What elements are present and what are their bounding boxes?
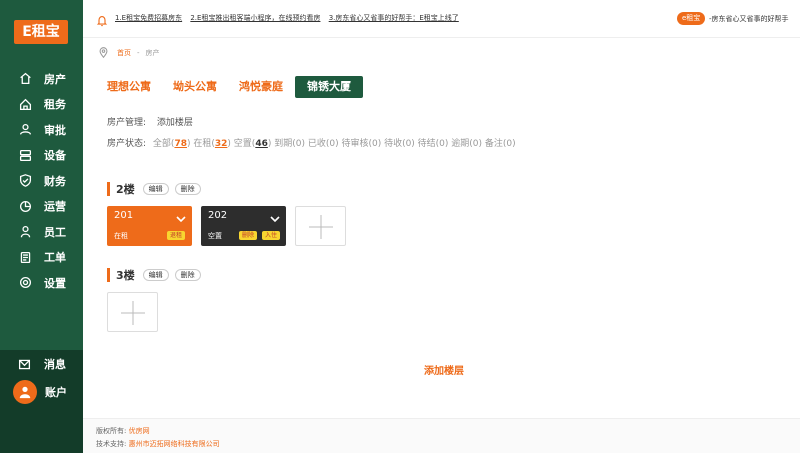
sidebar-item-label: 设备 bbox=[44, 149, 66, 163]
logo[interactable]: E租宝 bbox=[14, 20, 68, 44]
property-mgmt-label: 房产管理: bbox=[107, 118, 147, 128]
property-status-label: 房产状态: bbox=[107, 139, 147, 149]
sidebar-item-label: 财务 bbox=[44, 174, 66, 188]
sidebar-item-property[interactable]: 房产 bbox=[0, 66, 83, 92]
delete-floor-button[interactable]: 删除 bbox=[174, 183, 201, 195]
property-status-line: 房产状态: 全部(78) 在租(32) 空置(46) 到期(0) 已收(0) 待… bbox=[107, 136, 516, 149]
property-tabs: 理想公寓 坳头公寓 鸿悦豪庭 锦锈大厦 bbox=[107, 76, 363, 98]
breadcrumb-current: 房产 bbox=[145, 48, 160, 57]
sidebar-item-label: 员工 bbox=[44, 225, 66, 239]
account-label: 账户 bbox=[45, 386, 67, 399]
notice-list: 1.E租宝免费招募房东 2.E租宝推出租客端小程序，在线预约看房 3.房东省心又… bbox=[115, 13, 465, 23]
copyright-link[interactable]: 优房网 bbox=[129, 427, 150, 435]
breadcrumb-separator: - bbox=[137, 48, 140, 57]
house-outline-icon bbox=[18, 97, 32, 111]
chevron-down-icon[interactable] bbox=[270, 209, 280, 223]
room-status: 在租 bbox=[114, 232, 128, 240]
status-others[interactable]: 到期(0) 已收(0) 待审核(0) 待收(0) 待结(0) 逾期(0) 备注(… bbox=[274, 139, 515, 149]
room-number: 201 bbox=[114, 210, 134, 221]
sidebar-item-workorder[interactable]: 工单 bbox=[0, 245, 83, 271]
floor-title: 2楼 bbox=[116, 183, 135, 196]
brand-badge: e租宝 bbox=[677, 12, 706, 25]
sidebar-item-label: 设置 bbox=[44, 276, 66, 290]
delete-floor-button[interactable]: 删除 bbox=[174, 269, 201, 281]
add-room-button[interactable] bbox=[295, 206, 346, 246]
shield-check-icon bbox=[18, 174, 32, 188]
status-all[interactable]: 全部(78) bbox=[153, 139, 191, 149]
device-icon bbox=[18, 148, 32, 162]
footer: 版权所有: 优房网 技术支持: 惠州市迈拓网络科技有限公司 bbox=[83, 418, 800, 453]
delete-room-tag[interactable]: 删除 bbox=[239, 231, 258, 240]
user-avatar-icon bbox=[19, 386, 31, 399]
support-link[interactable]: 惠州市迈拓网络科技有限公司 bbox=[129, 440, 220, 448]
sidebar-item-finance[interactable]: 财务 bbox=[0, 168, 83, 194]
location-pin-icon bbox=[99, 47, 108, 58]
messages-label: 消息 bbox=[44, 358, 66, 371]
footer-support: 技术支持: 惠州市迈拓网络科技有限公司 bbox=[96, 440, 220, 448]
checkin-tag[interactable]: 入住 bbox=[262, 231, 281, 240]
status-rented[interactable]: 在租(32) bbox=[193, 139, 231, 149]
sidebar-item-settings[interactable]: 设置 bbox=[0, 270, 83, 296]
tab-jinxiu[interactable]: 锦锈大厦 bbox=[295, 76, 363, 98]
floor-marker bbox=[107, 182, 110, 196]
breadcrumb-home[interactable]: 首页 bbox=[117, 48, 131, 58]
footer-copyright: 版权所有: 优房网 bbox=[96, 427, 150, 435]
brand-slogan: -房东省心又省事的好帮手 bbox=[709, 15, 789, 23]
room-card[interactable]: 201 在租 退租 bbox=[107, 206, 192, 246]
status-vacant[interactable]: 空置(46) bbox=[234, 139, 272, 149]
room-number: 202 bbox=[208, 210, 228, 221]
notice-bar: 1.E租宝免费招募房东 2.E租宝推出租客端小程序，在线预约看房 3.房东省心又… bbox=[83, 0, 800, 38]
plus-icon bbox=[309, 215, 333, 239]
edit-floor-button[interactable]: 编辑 bbox=[142, 183, 169, 195]
sidebar-item-account[interactable]: 账户 bbox=[13, 380, 67, 404]
plus-icon bbox=[121, 301, 145, 325]
sidebar-item-rental[interactable]: 租务 bbox=[0, 92, 83, 118]
sidebar-item-label: 工单 bbox=[44, 251, 66, 265]
sidebar-item-operations[interactable]: 运营 bbox=[0, 194, 83, 220]
edit-floor-button[interactable]: 编辑 bbox=[142, 269, 169, 281]
tab-aotou[interactable]: 坳头公寓 bbox=[173, 76, 217, 98]
checkout-tag[interactable]: 退租 bbox=[167, 231, 186, 240]
floor-header: 3楼 编辑 删除 bbox=[107, 267, 207, 283]
room-card[interactable]: 202 空置 删除 入住 bbox=[201, 206, 286, 246]
user-check-icon bbox=[18, 123, 32, 137]
document-icon bbox=[18, 250, 32, 264]
sidebar-item-label: 运营 bbox=[44, 200, 66, 214]
tab-lixiang[interactable]: 理想公寓 bbox=[107, 76, 151, 98]
sidebar-bottom: 消息 账户 bbox=[0, 350, 83, 453]
avatar bbox=[13, 380, 37, 404]
person-icon bbox=[18, 225, 32, 239]
home-icon bbox=[18, 72, 32, 86]
add-floor-button[interactable]: 添加楼层 bbox=[424, 362, 464, 377]
property-mgmt-line: 房产管理: 添加楼层 bbox=[107, 115, 193, 128]
bell-icon bbox=[96, 12, 108, 27]
sidebar-item-label: 租务 bbox=[44, 98, 66, 112]
chevron-down-icon[interactable] bbox=[176, 209, 186, 223]
sidebar-item-device[interactable]: 设备 bbox=[0, 143, 83, 169]
sidebar-item-messages[interactable]: 消息 bbox=[18, 356, 66, 372]
status-filters: 全部(78) 在租(32) 空置(46) 到期(0) 已收(0) 待审核(0) … bbox=[153, 139, 516, 149]
breadcrumb: 首页 - 房产 bbox=[98, 47, 160, 58]
gear-icon bbox=[18, 276, 32, 290]
floor-title: 3楼 bbox=[116, 269, 135, 282]
sidebar-item-label: 审批 bbox=[44, 123, 66, 137]
floor-header: 2楼 编辑 删除 bbox=[107, 181, 207, 197]
tab-hongyue[interactable]: 鸿悦豪庭 bbox=[239, 76, 283, 98]
sidebar-item-label: 房产 bbox=[44, 72, 66, 86]
room-status: 空置 bbox=[208, 232, 222, 240]
sidebar: E租宝 房产 租务 审批 设备 财务 运营 员工 工单 设置 消息 账户 bbox=[0, 0, 83, 453]
add-floor-link[interactable]: 添加楼层 bbox=[157, 118, 193, 128]
notice-link[interactable]: 2.E租宝推出租客端小程序，在线预约看房 bbox=[190, 14, 320, 22]
notice-link[interactable]: 1.E租宝免费招募房东 bbox=[115, 14, 182, 22]
sidebar-item-staff[interactable]: 员工 bbox=[0, 219, 83, 245]
sidebar-nav: 房产 租务 审批 设备 财务 运营 员工 工单 设置 bbox=[0, 66, 83, 296]
pie-chart-icon bbox=[18, 199, 32, 213]
mail-icon bbox=[18, 359, 31, 369]
notice-link[interactable]: 3.房东省心又省事的好帮手：E租宝上线了 bbox=[329, 14, 459, 22]
floor-marker bbox=[107, 268, 110, 282]
sidebar-item-approval[interactable]: 审批 bbox=[0, 117, 83, 143]
add-room-button[interactable] bbox=[107, 292, 158, 332]
